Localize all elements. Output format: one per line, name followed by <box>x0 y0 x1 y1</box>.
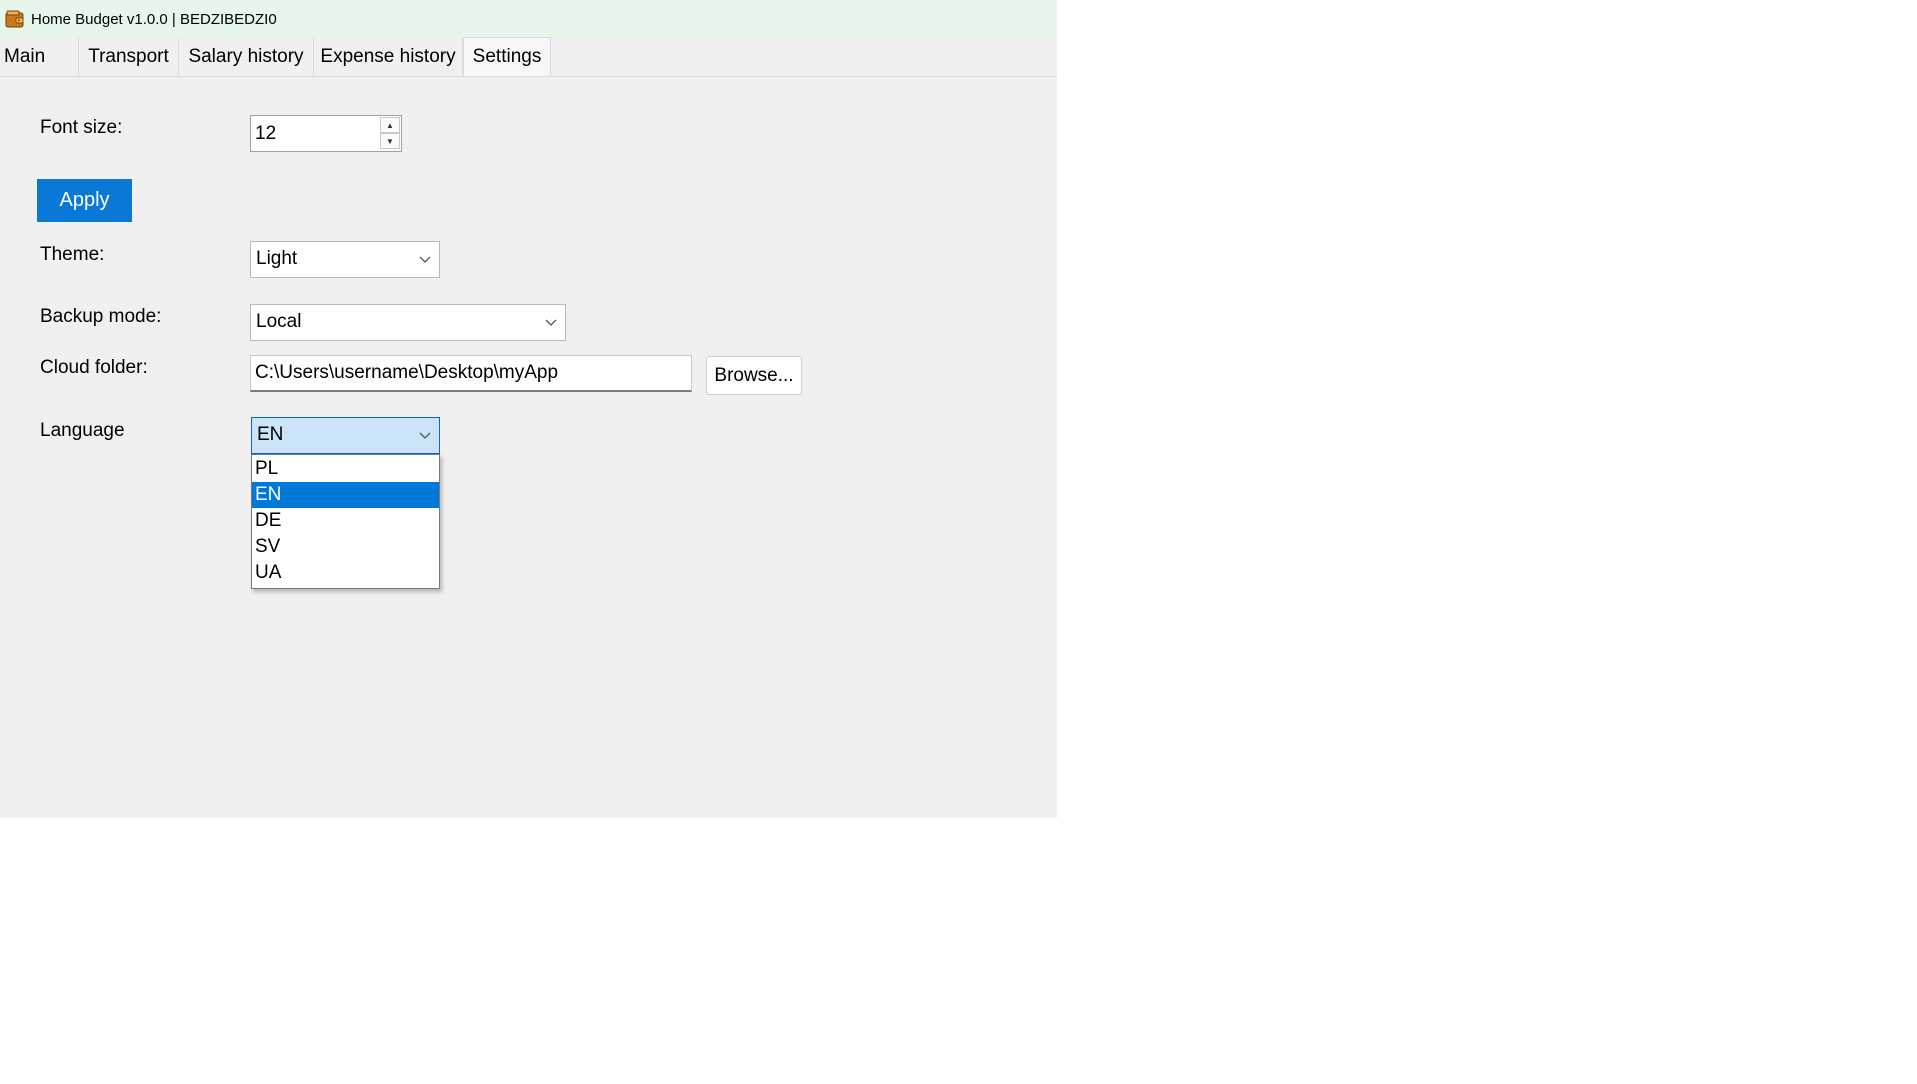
wallet-icon <box>5 10 25 28</box>
cloud-folder-value[interactable]: C:\Users\username\Desktop\myApp <box>255 356 558 390</box>
window-title: Home Budget v1.0.0 | BEDZIBEDZI0 <box>31 10 277 28</box>
tab-salary-history[interactable]: Salary history <box>179 38 314 76</box>
backup-mode-select[interactable]: Local <box>250 304 566 341</box>
chevron-down-icon <box>419 432 431 439</box>
tab-main[interactable]: Main <box>0 38 79 76</box>
backup-mode-label: Backup mode: <box>40 306 162 327</box>
spin-up-icon[interactable]: ▲ <box>380 117 400 133</box>
language-option-pl[interactable]: PL <box>252 456 439 482</box>
font-size-value[interactable]: 12 <box>255 116 276 151</box>
theme-label: Theme: <box>40 244 105 265</box>
app-window: Home Budget v1.0.0 | BEDZIBEDZI0 Main Tr… <box>0 0 1057 818</box>
theme-select[interactable]: Light <box>250 241 440 278</box>
language-option-en[interactable]: EN <box>252 482 439 508</box>
language-dropdown-list: PL EN DE SV UA <box>251 454 440 589</box>
spin-down-icon[interactable]: ▼ <box>380 133 400 149</box>
spin-buttons: ▲ ▼ <box>380 117 400 150</box>
tab-expense-history[interactable]: Expense history <box>314 38 463 76</box>
language-select[interactable]: EN <box>251 417 440 454</box>
title-bar: Home Budget v1.0.0 | BEDZIBEDZI0 <box>0 0 1057 38</box>
browse-button[interactable]: Browse... <box>706 356 802 395</box>
cloud-folder-label: Cloud folder: <box>40 357 148 378</box>
language-value: EN <box>257 424 284 445</box>
tab-transport[interactable]: Transport <box>79 38 179 76</box>
tab-settings[interactable]: Settings <box>463 37 551 76</box>
language-option-ua[interactable]: UA <box>252 560 439 586</box>
backup-mode-value: Local <box>256 311 302 332</box>
chevron-down-icon <box>545 319 557 326</box>
cloud-folder-input[interactable]: C:\Users\username\Desktop\myApp <box>250 355 692 392</box>
theme-value: Light <box>256 248 298 269</box>
tab-bar: Main Transport Salary history Expense hi… <box>0 37 1057 77</box>
language-label: Language <box>40 420 125 441</box>
language-option-sv[interactable]: SV <box>252 534 439 560</box>
font-size-label: Font size: <box>40 117 123 138</box>
chevron-down-icon <box>419 256 431 263</box>
language-option-de[interactable]: DE <box>252 508 439 534</box>
font-size-stepper[interactable]: 12 ▲ ▼ <box>250 115 402 152</box>
apply-button[interactable]: Apply <box>37 179 132 222</box>
